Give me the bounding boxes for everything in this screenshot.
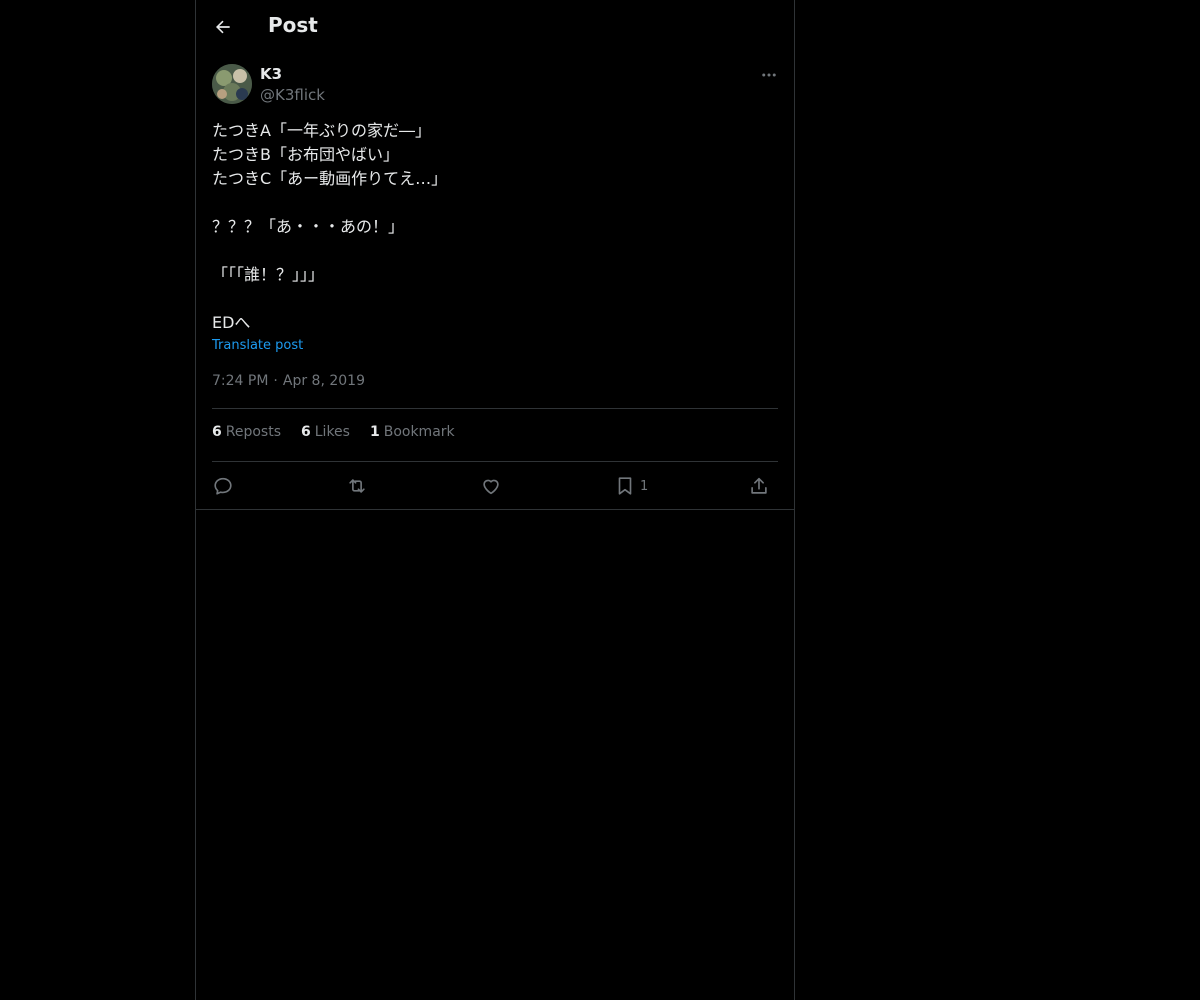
post-line [212,287,772,311]
reposts-label: Reposts [225,424,281,440]
divider [212,461,778,462]
reply-icon [214,477,232,495]
more-icon [762,73,776,77]
back-arrow-icon [216,20,230,34]
like-icon [483,479,499,495]
page-title: Post [268,13,318,37]
bookmarks-label: Bookmark [383,424,455,440]
post-line: たつきA「一年ぶりの家だ―」 [212,121,431,140]
likes-count: 6 [301,424,311,440]
post-line: たつきC「あー動画作りてえ…」 [212,169,448,188]
post-time: 7:24 PM [212,373,269,389]
post-line [212,239,772,263]
post-stats: 6 Reposts 6 Likes 1 Bookmark [212,424,455,440]
bookmarks-stat[interactable]: 1 Bookmark [370,424,455,440]
author-name[interactable]: K3 [260,65,282,83]
bookmarks-count: 1 [369,424,380,440]
post-line: EDへ [212,313,251,332]
like-button[interactable] [480,472,502,500]
post-column: Post K3 @K3flick たつきA「一年ぶりの家だ―」 たつきB「お布団… [195,0,795,1000]
back-button[interactable] [210,14,236,40]
share-button[interactable] [748,472,770,500]
author-handle[interactable]: @K3flick [260,86,325,104]
post-line: ？？？「あ・・・あの！」 [212,217,405,236]
bookmark-icon [618,477,632,495]
divider [196,509,794,510]
avatar[interactable] [212,64,252,104]
post-date: Apr 8, 2019 [282,373,365,389]
likes-stat[interactable]: 6 Likes [301,424,350,440]
post-line: 「「「誰！？」」」 [212,265,325,284]
repost-icon [349,479,365,493]
share-icon [751,477,767,494]
reposts-count: 6 [212,424,222,440]
likes-label: Likes [314,424,350,440]
post-line: たつきB「お布団やばい」 [212,145,399,164]
bookmark-button[interactable]: 1 [614,472,648,500]
repost-button[interactable] [346,472,368,500]
action-bar: 1 [212,472,778,500]
post-text: たつきA「一年ぶりの家だ―」 たつきB「お布団やばい」 たつきC「あー動画作りて… [212,119,772,335]
translate-link[interactable]: Translate post [212,338,303,353]
post-line [212,191,772,215]
reposts-stat[interactable]: 6 Reposts [212,424,281,440]
header: Post [196,0,794,54]
reply-button[interactable] [212,472,234,500]
bookmark-count: 1 [640,478,649,494]
post-timestamp[interactable]: 7:24 PM · Apr 8, 2019 [212,373,365,389]
divider [212,408,778,409]
separator-dot: · [273,373,278,389]
more-button[interactable] [758,64,780,86]
